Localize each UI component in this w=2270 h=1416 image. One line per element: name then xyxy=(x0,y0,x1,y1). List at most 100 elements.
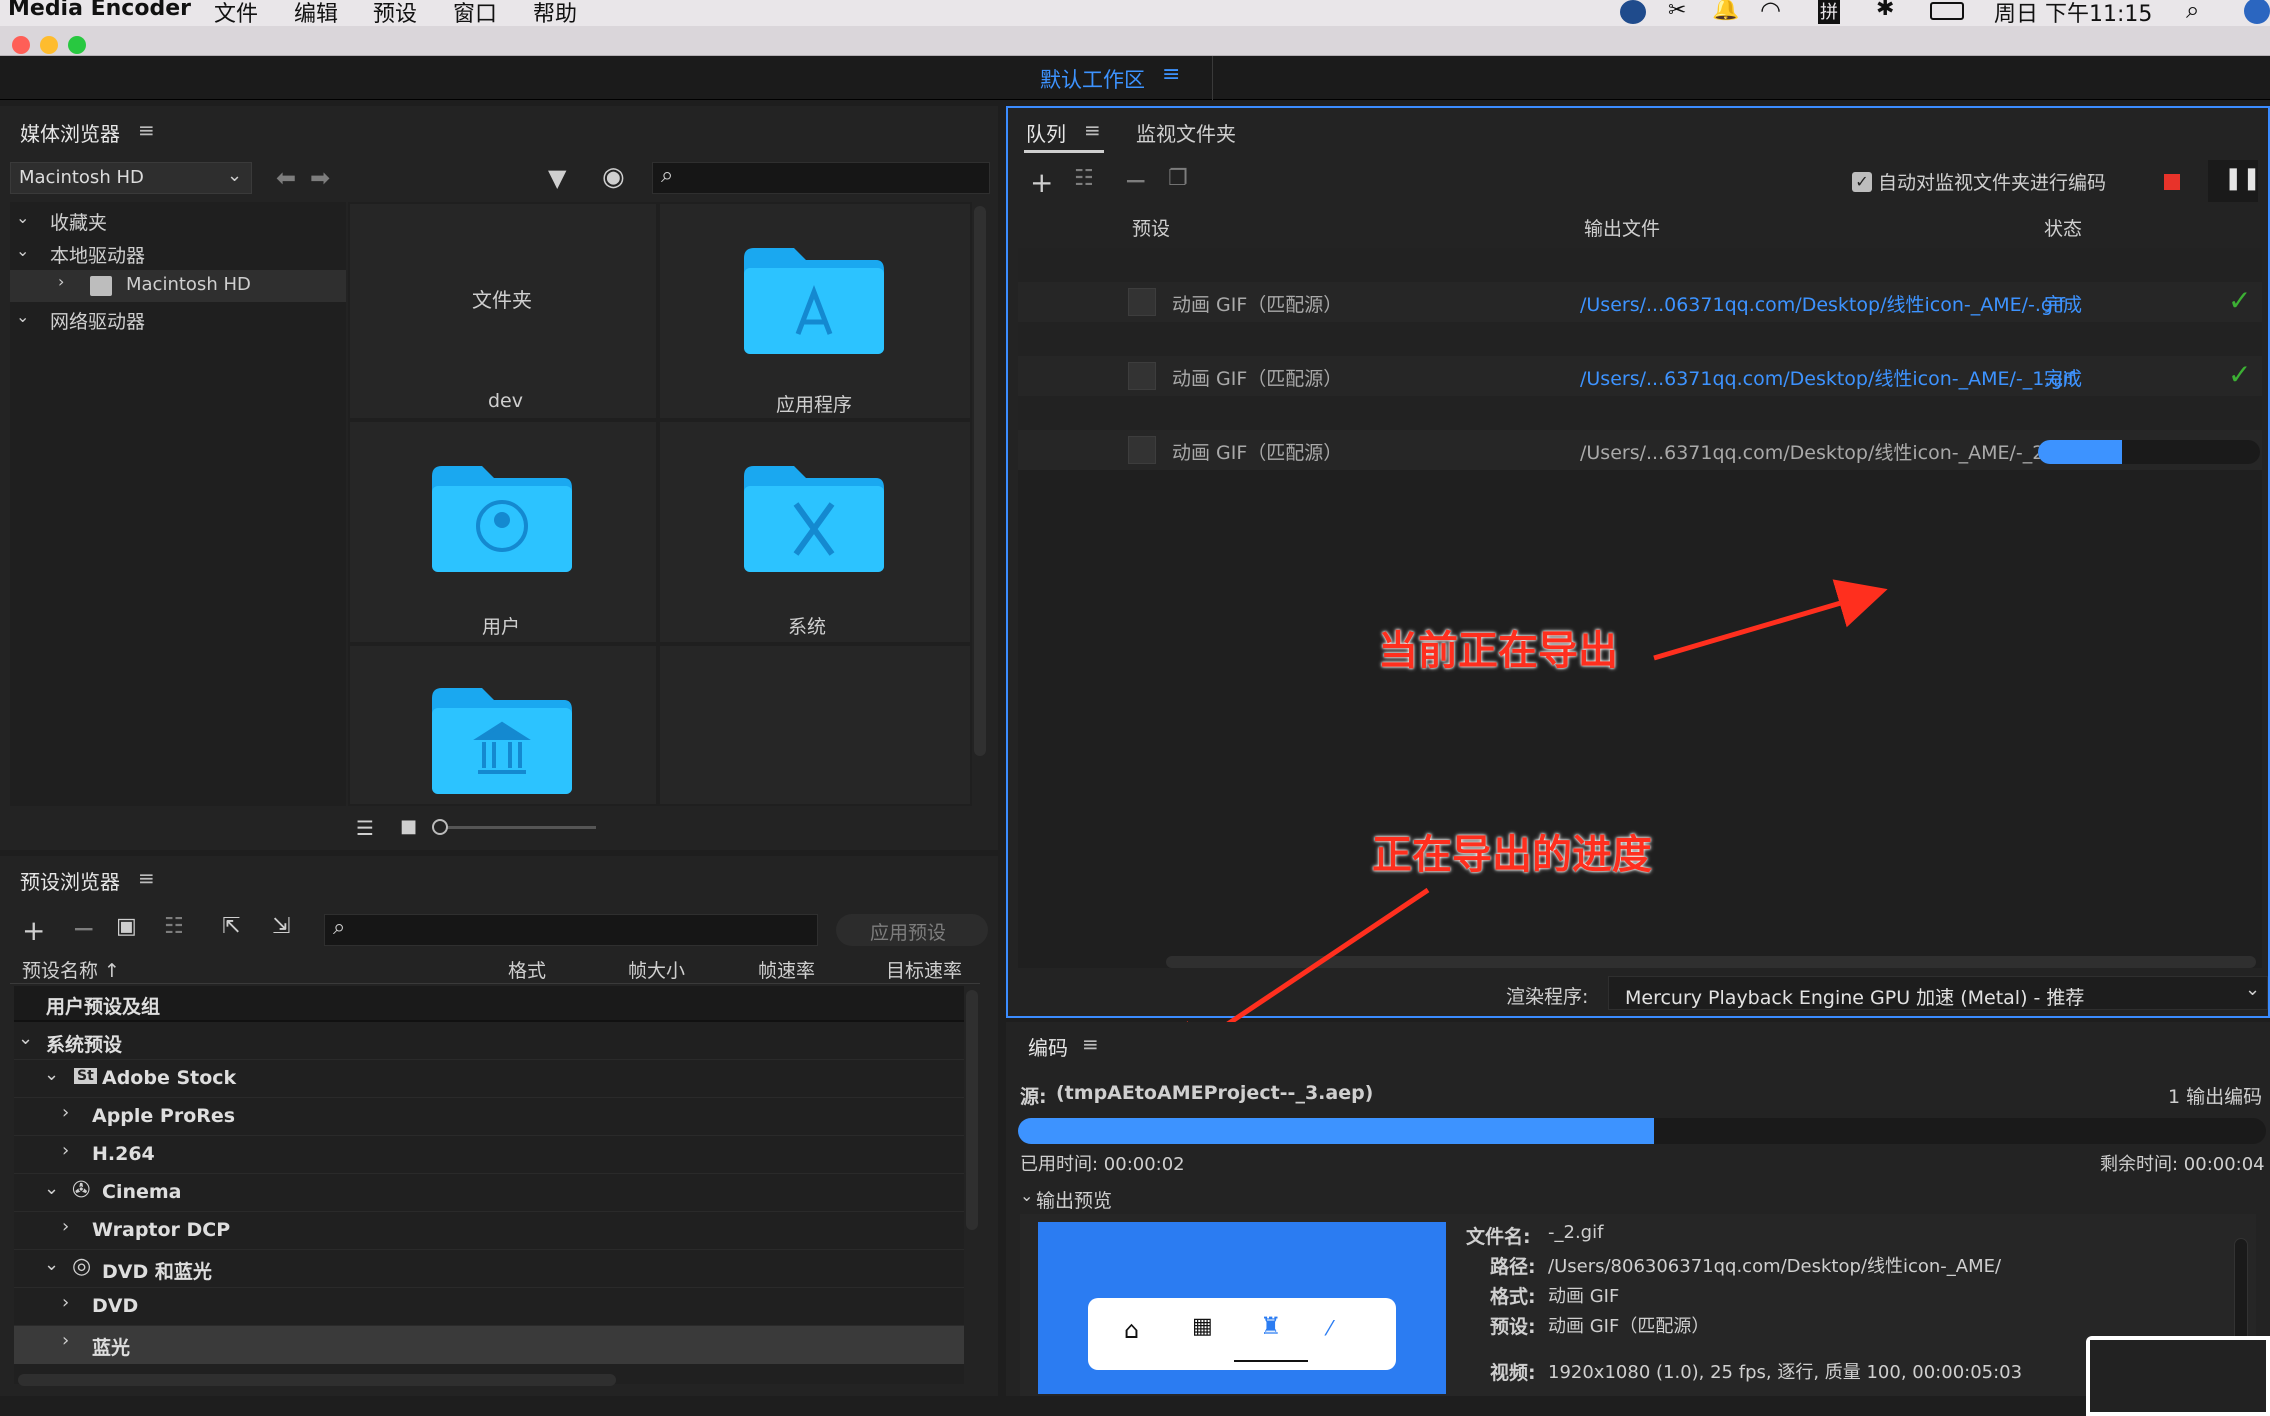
encoding-title[interactable]: 编码 xyxy=(1028,1032,1068,1061)
drive-select[interactable]: Macintosh HD ⌄ xyxy=(10,162,252,194)
tab-queue[interactable]: 队列 xyxy=(1026,118,1066,147)
zoom-window-button[interactable] xyxy=(68,36,86,54)
apple-menu-app-name[interactable]: Media Encoder xyxy=(8,0,191,21)
drive-select-value: Macintosh HD xyxy=(19,167,144,188)
col-format[interactable]: 格式 xyxy=(508,956,546,983)
pause-queue-button[interactable]: ❚❚ xyxy=(2208,160,2261,202)
queue-settings-icon[interactable]: ☷ xyxy=(1074,166,1094,191)
tree-row-adobe-stock[interactable]: ⌄ St Adobe Stock xyxy=(14,1060,964,1098)
input-method-icon[interactable]: 拼 xyxy=(1818,0,1840,24)
tree-row-bluray[interactable]: › 蓝光 xyxy=(14,1326,964,1364)
list-view-icon[interactable]: ☰ xyxy=(356,816,374,840)
tree-row-wraptor-dcp[interactable]: › Wraptor DCP xyxy=(14,1212,964,1250)
tree-row-user-presets[interactable]: 用户预设及组 xyxy=(14,986,964,1022)
scissors-icon[interactable]: ✂ xyxy=(1668,0,1686,23)
preset-browser-menu-icon[interactable]: ≡ xyxy=(138,866,155,890)
menu-edit[interactable]: 编辑 xyxy=(294,0,338,28)
renderer-value: Mercury Playback Engine GPU 加速 (Metal) -… xyxy=(1625,987,2085,1009)
col-frame-size[interactable]: 帧大小 xyxy=(628,956,685,983)
encoding-menu-icon[interactable]: ≡ xyxy=(1082,1032,1099,1056)
add-preset-icon[interactable]: + xyxy=(22,914,45,947)
preset-h-scrollbar[interactable] xyxy=(18,1374,616,1386)
back-arrow-icon[interactable]: ⬅ xyxy=(276,164,296,192)
auto-encode-checkbox[interactable]: ✓ xyxy=(1852,172,1872,192)
tree-row-h264[interactable]: › H.264 xyxy=(14,1136,964,1174)
remove-preset-icon[interactable]: − xyxy=(72,912,95,945)
grid-scrollbar[interactable] xyxy=(974,206,986,756)
media-browser-title[interactable]: 媒体浏览器 xyxy=(20,118,120,147)
zoom-slider-thumb[interactable] xyxy=(432,819,448,835)
expand-chevron-icon[interactable]: ⌄ xyxy=(1020,1186,1033,1205)
tab-watch-folders[interactable]: 监视文件夹 xyxy=(1136,118,1236,147)
preset-scrollbar[interactable] xyxy=(966,990,978,1230)
wifi-icon[interactable]: ◠ xyxy=(1760,0,1781,24)
grid-cell-dev[interactable]: 文件夹 dev xyxy=(350,204,656,418)
duplicate-icon[interactable]: ❐ xyxy=(1168,166,1188,191)
expand-chevron-icon[interactable]: ⌄ xyxy=(16,208,29,227)
bag-icon: ♜ xyxy=(1260,1312,1282,1340)
battery-icon[interactable] xyxy=(1930,2,1964,20)
workspace-menu-icon[interactable]: ≡ xyxy=(1162,62,1180,87)
tree-row-dvd-bluray[interactable]: ⌄ ◎ DVD 和蓝光 xyxy=(14,1250,964,1288)
export-preset-icon[interactable]: ⇲ xyxy=(272,914,290,939)
col-frame-rate[interactable]: 帧速率 xyxy=(758,956,815,983)
folder-label: dev xyxy=(488,390,523,412)
tree-favorites[interactable]: 收藏夹 xyxy=(50,208,107,235)
new-group-icon[interactable]: ▣ xyxy=(116,914,137,939)
preset-row-label: Adobe Stock xyxy=(102,1067,237,1089)
menu-file[interactable]: 文件 xyxy=(214,0,258,28)
grid-cell-system[interactable]: 系统 xyxy=(660,422,970,642)
tree-row-apple-prores[interactable]: › Apple ProRes xyxy=(14,1098,964,1136)
preset-search-input[interactable]: ⌕ xyxy=(324,914,818,946)
tree-row-selected[interactable]: › Macintosh HD xyxy=(10,270,346,302)
minimize-window-button[interactable] xyxy=(40,36,58,54)
grid-cell-users[interactable]: 用户 xyxy=(350,422,656,642)
add-source-icon[interactable]: + xyxy=(1030,166,1053,199)
siri-icon[interactable] xyxy=(2244,0,2270,24)
preset-settings-icon[interactable]: ☷ xyxy=(164,914,184,939)
queue-menu-icon[interactable]: ≡ xyxy=(1084,118,1101,142)
cloud-sync-icon[interactable] xyxy=(1620,0,1646,24)
renderer-select[interactable]: Mercury Playback Engine GPU 加速 (Metal) -… xyxy=(1608,976,2268,1010)
preset-row-label: 系统预设 xyxy=(46,1034,123,1056)
icon-view-icon[interactable]: ■ xyxy=(400,816,417,837)
workspace-tab-default[interactable]: 默认工作区 xyxy=(1040,64,1145,94)
close-window-button[interactable] xyxy=(12,36,30,54)
col-preset[interactable]: 预设 xyxy=(1132,214,1170,241)
stop-queue-button[interactable] xyxy=(2164,174,2180,190)
output-preview-label[interactable]: 输出预览 xyxy=(1036,1186,1112,1213)
forward-arrow-icon[interactable]: ➡ xyxy=(310,164,330,192)
media-search-input[interactable]: ⌕ xyxy=(652,162,990,194)
col-preset-name[interactable]: 预设名称 ↑ xyxy=(22,956,120,983)
bluetooth-icon[interactable]: ✱ xyxy=(1876,0,1894,21)
tree-row-dvd[interactable]: › DVD xyxy=(14,1288,964,1326)
col-status[interactable]: 状态 xyxy=(2044,214,2082,241)
screenshot-thumbnail[interactable] xyxy=(2086,1336,2270,1416)
detail-value-filename: -_2.gif xyxy=(1548,1222,1604,1243)
filter-icon[interactable]: ▼ xyxy=(548,164,566,192)
preset-browser-title[interactable]: 预设浏览器 xyxy=(20,866,120,895)
expand-chevron-icon[interactable]: ⌄ xyxy=(16,241,29,260)
menubar-clock[interactable]: 周日 下午11:15 xyxy=(1994,0,2152,28)
media-browser-menu-icon[interactable]: ≡ xyxy=(138,118,155,142)
tree-row-system-presets[interactable]: ⌄ 系统预设 xyxy=(14,1024,964,1060)
apply-preset-button[interactable]: 应用预设 xyxy=(836,914,988,946)
import-preset-icon[interactable]: ⇱ xyxy=(222,914,240,939)
col-target-rate[interactable]: 目标速率 xyxy=(886,956,962,983)
expand-chevron-icon[interactable]: ⌄ xyxy=(16,307,29,326)
eye-icon[interactable]: ◉ xyxy=(602,162,625,192)
col-output-file[interactable]: 输出文件 xyxy=(1584,214,1660,241)
remove-item-icon[interactable]: − xyxy=(1124,164,1147,197)
tree-network-drives[interactable]: 网络驱动器 xyxy=(50,307,145,334)
menu-help[interactable]: 帮助 xyxy=(533,0,577,28)
grid-cell-applications[interactable]: 应用程序 xyxy=(660,204,970,418)
tree-local-drives[interactable]: 本地驱动器 xyxy=(50,241,145,268)
zoom-slider[interactable] xyxy=(432,819,596,835)
menu-window[interactable]: 窗口 xyxy=(453,0,497,28)
bell-icon[interactable]: 🔔 xyxy=(1712,0,1739,22)
menu-preset[interactable]: 预设 xyxy=(373,0,417,28)
preset-row-label: Wraptor DCP xyxy=(92,1219,231,1241)
spotlight-search-icon[interactable]: ⌕ xyxy=(2186,0,2199,24)
tree-row-cinema[interactable]: ⌄ ✇ Cinema xyxy=(14,1174,964,1212)
grid-cell-library[interactable] xyxy=(350,646,656,804)
